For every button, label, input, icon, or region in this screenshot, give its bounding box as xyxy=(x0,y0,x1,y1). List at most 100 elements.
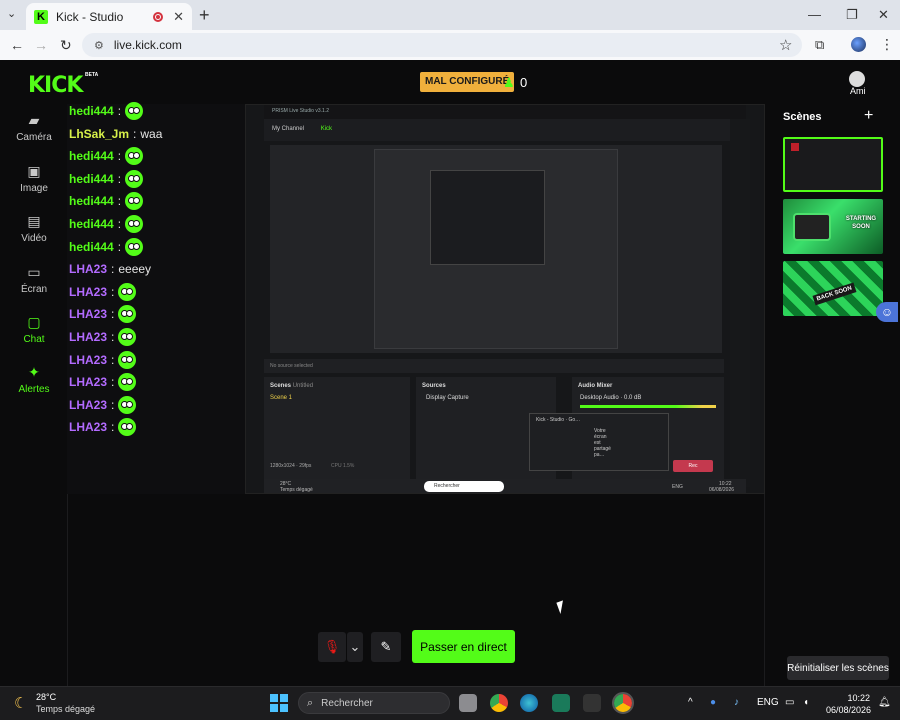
prism-cpu: CPU 1.5% xyxy=(331,463,355,469)
tab-search-icon[interactable]: ⌄ xyxy=(7,7,16,20)
start-button[interactable] xyxy=(270,694,288,712)
network-icon[interactable]: ▭ xyxy=(785,697,794,708)
chat-username[interactable]: LHA23 xyxy=(69,375,107,389)
chat-emote-icon xyxy=(118,350,137,369)
reload-button[interactable]: ↻ xyxy=(60,37,72,54)
chat-text: eeeey xyxy=(118,262,152,277)
browser-tab-kick-studio[interactable]: K Kick - Studio ✕ xyxy=(26,3,192,30)
stream-preview[interactable]: PRISM Live Studio v3.1.2 My Channel Kick… xyxy=(245,104,765,494)
rail-chat[interactable]: ▢ Chat xyxy=(8,314,60,345)
address-bar[interactable]: ⚙ live.kick.com xyxy=(82,33,802,57)
chat-username[interactable]: hedi444 xyxy=(69,149,114,163)
back-button[interactable]: ← xyxy=(10,37,24,53)
rail-screen[interactable]: ▭ Écran xyxy=(8,264,60,295)
chat-username[interactable]: LHA23 xyxy=(69,398,107,412)
chat-emote-icon xyxy=(125,169,144,188)
mic-dropdown-button[interactable]: ⌄ xyxy=(347,632,363,662)
browser-toolbar: ← → ↻ ⚙ live.kick.com xyxy=(0,30,900,60)
extensions-icon[interactable]: ⧉ xyxy=(815,37,824,53)
edit-button[interactable]: ✎ xyxy=(371,632,401,662)
chat-username[interactable]: hedi444 xyxy=(69,194,114,208)
new-tab-button[interactable]: + xyxy=(199,5,210,26)
prism-resolution: 1280x1024 · 29fps xyxy=(270,463,312,469)
chat-message: LHA23: xyxy=(69,305,137,324)
bookmark-star-icon[interactable]: ☆ xyxy=(779,36,792,54)
taskbar-clock[interactable]: 10:22 06/08/2026 xyxy=(826,692,871,716)
close-window-button[interactable]: ✕ xyxy=(878,7,889,23)
viewers-icon: ♟ xyxy=(503,75,515,90)
mic-tray-icon[interactable]: ♪ xyxy=(734,697,739,708)
go-live-button[interactable]: Passer en direct xyxy=(412,630,515,663)
rail-video[interactable]: ▤ Vidéo xyxy=(8,213,60,244)
chat-username[interactable]: LHA23 xyxy=(69,353,107,367)
taskbar-search[interactable]: ⌕ Rechercher xyxy=(298,692,450,714)
chat-username[interactable]: LhSak_Jm xyxy=(69,127,129,141)
tab-close-icon[interactable]: ✕ xyxy=(173,9,184,25)
scene-thumbnail-1[interactable] xyxy=(783,137,883,192)
user-avatar[interactable] xyxy=(849,71,865,87)
tray-overflow-icon[interactable]: ^ xyxy=(688,697,693,708)
accessibility-icon[interactable]: ☺ xyxy=(876,302,898,322)
chat-username[interactable]: LHA23 xyxy=(69,285,107,299)
chrome-active-icon[interactable] xyxy=(612,692,634,714)
prism-app-icon[interactable] xyxy=(552,694,570,712)
image-icon: ▣ xyxy=(27,163,41,179)
mic-off-icon: 🎙︎ xyxy=(323,639,341,654)
language-indicator[interactable]: ENG xyxy=(757,697,779,708)
scene-thumbnail-3[interactable]: BACK SOON xyxy=(783,261,883,316)
reset-scenes-button[interactable]: Réinitialiser les scènes xyxy=(787,656,889,680)
browser-menu-icon[interactable]: ⋮ xyxy=(880,36,894,53)
account-name: Ami xyxy=(850,86,866,96)
chat-message: LHA23: xyxy=(69,350,137,369)
kick-logo[interactable]: KICK xyxy=(28,73,83,98)
rail-alerts[interactable]: ✦ Alertes xyxy=(8,364,60,395)
chat-username[interactable]: LHA23 xyxy=(69,307,107,321)
chat-username[interactable]: hedi444 xyxy=(69,104,114,118)
prism-titlebar: PRISM Live Studio v3.1.2 xyxy=(264,105,746,119)
rail-label: Chat xyxy=(23,334,45,345)
tray-app-icon[interactable]: ● xyxy=(710,697,716,708)
forward-button[interactable]: → xyxy=(34,37,48,53)
nested-capture xyxy=(374,149,618,349)
minimize-button[interactable]: — xyxy=(808,7,821,22)
maximize-button[interactable]: ❐ xyxy=(846,7,858,23)
nested-taskbar: 28°C Temps dégagé Rechercher ENG 10:22 0… xyxy=(264,479,746,493)
capcut-icon[interactable] xyxy=(583,694,601,712)
chat-message: hedi444: xyxy=(69,102,144,120)
rail-label: Écran xyxy=(20,284,48,295)
rail-image[interactable]: ▣ Image xyxy=(8,163,60,194)
chat-username[interactable]: hedi444 xyxy=(69,172,114,186)
prism-channel-name: Kick xyxy=(320,126,333,132)
scenes-title: Scènes xyxy=(783,111,822,123)
chat-username[interactable]: LHA23 xyxy=(69,262,107,276)
chat-message: LHA23: xyxy=(69,418,137,437)
config-status-badge[interactable]: MAL CONFIGURÉ xyxy=(420,72,515,92)
chat-username[interactable]: LHA23 xyxy=(69,420,107,434)
volume-icon[interactable]: ◖ xyxy=(803,697,809,708)
tab-title: Kick - Studio xyxy=(56,9,124,24)
prism-canvas xyxy=(270,145,722,353)
rail-label: Image xyxy=(20,183,48,194)
weather-desc: Temps dégagé xyxy=(36,704,96,714)
chat-emote-icon xyxy=(125,147,144,166)
profile-avatar-icon[interactable] xyxy=(851,37,866,52)
notification-icon[interactable]: 🔔︎ xyxy=(878,697,891,708)
add-scene-button[interactable]: + xyxy=(864,107,873,125)
chat-message: hedi444: xyxy=(69,169,144,188)
task-view-icon[interactable] xyxy=(459,694,477,712)
mixer-desktop-audio: Desktop Audio · 0.0 dB xyxy=(580,395,642,401)
rail-camera[interactable]: ▰ Caméra xyxy=(8,112,60,143)
chat-username[interactable]: LHA23 xyxy=(69,330,107,344)
scene-thumbnail-2[interactable]: STARTING SOON xyxy=(783,199,883,254)
chat-icon: ▢ xyxy=(27,314,41,330)
site-settings-icon[interactable]: ⚙ xyxy=(94,39,104,52)
chat-username[interactable]: hedi444 xyxy=(69,217,114,231)
chat-username[interactable]: hedi444 xyxy=(69,240,114,254)
browser-tab-bar: ⌄ K Kick - Studio ✕ + — ❐ ✕ xyxy=(0,0,900,30)
beta-badge: BETA xyxy=(85,72,99,78)
rail-label: Caméra xyxy=(16,132,52,143)
chrome-icon[interactable] xyxy=(490,694,508,712)
mic-toggle-button[interactable]: 🎙︎ xyxy=(318,632,346,662)
edge-icon[interactable] xyxy=(520,694,538,712)
rail-label: Vidéo xyxy=(21,233,47,244)
